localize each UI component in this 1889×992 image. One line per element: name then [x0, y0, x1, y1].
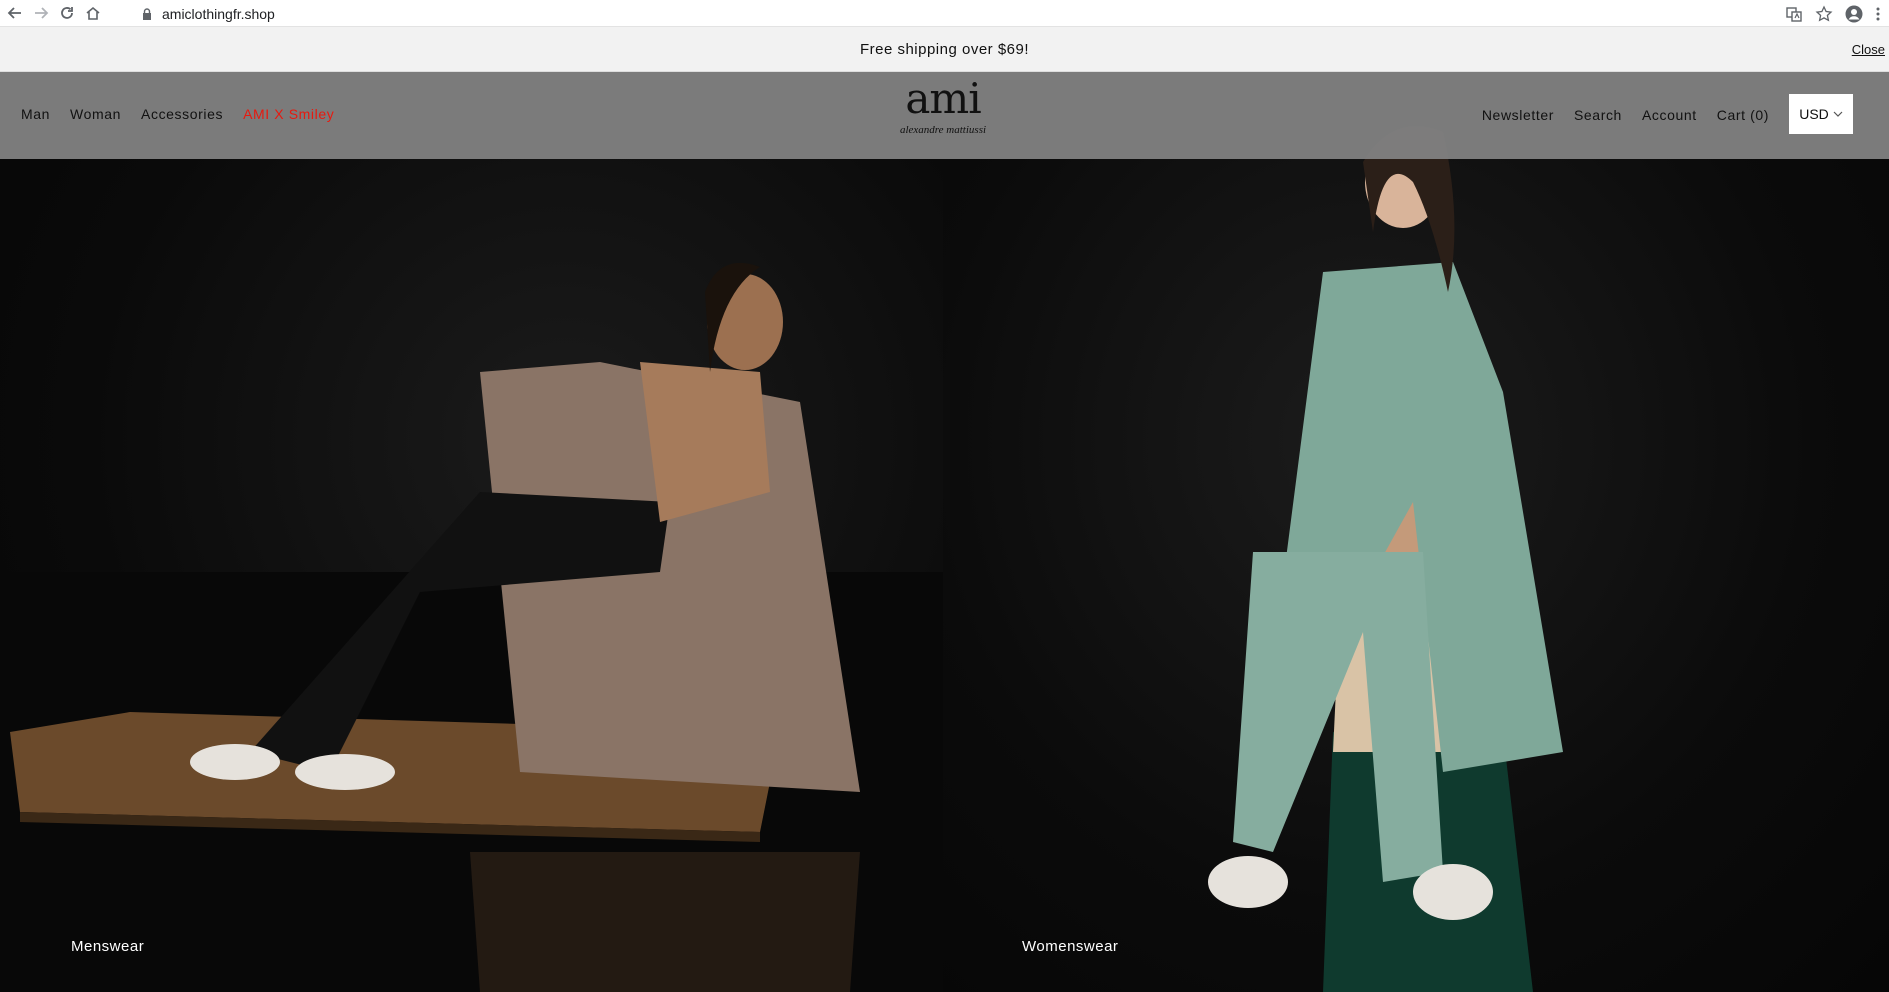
- home-icon[interactable]: [82, 2, 104, 24]
- main-nav: Man Woman Accessories AMI X Smiley: [21, 106, 334, 122]
- brand-logo[interactable]: ami alexandre mattiussi: [893, 74, 993, 137]
- womenswear-hero-image: [1208, 126, 1563, 992]
- womenswear-caption[interactable]: Womenswear: [1022, 938, 1118, 955]
- address-bar[interactable]: amiclothingfr.shop: [130, 1, 1810, 26]
- nav-man[interactable]: Man: [21, 106, 50, 122]
- menswear-hero-image: [0, 262, 943, 992]
- profile-avatar-icon[interactable]: [1845, 5, 1863, 23]
- hero-section: Menswear Womenswear: [0, 72, 1889, 992]
- nav-woman[interactable]: Woman: [70, 106, 121, 122]
- menswear-caption[interactable]: Menswear: [71, 938, 144, 955]
- url-text: amiclothingfr.shop: [162, 5, 275, 22]
- announcement-bar: Free shipping over $69! Close: [0, 27, 1889, 72]
- announcement-text: Free shipping over $69!: [859, 40, 1030, 58]
- browser-toolbar: amiclothingfr.shop: [0, 0, 1889, 27]
- nav-search[interactable]: Search: [1574, 107, 1622, 123]
- womenswear-panel[interactable]: Womenswear: [943, 72, 1889, 992]
- nav-newsletter[interactable]: Newsletter: [1482, 107, 1554, 123]
- menswear-panel[interactable]: Menswear: [0, 72, 943, 992]
- forward-icon[interactable]: [30, 2, 52, 24]
- nav-account[interactable]: Account: [1642, 107, 1697, 123]
- menu-kebab-icon[interactable]: [1875, 5, 1881, 23]
- reload-icon[interactable]: [56, 2, 78, 24]
- announcement-close-link[interactable]: Close: [1852, 42, 1885, 57]
- utility-nav: Newsletter Search Account Cart (0): [1482, 107, 1769, 123]
- logo-wordmark: ami: [905, 74, 981, 123]
- chevron-down-icon: [1833, 111, 1843, 117]
- translate-icon[interactable]: [1785, 5, 1803, 23]
- site-header: Man Woman Accessories AMI X Smiley ami a…: [0, 72, 1889, 159]
- currency-label: USD: [1799, 106, 1829, 122]
- nav-cart[interactable]: Cart (0): [1717, 107, 1769, 123]
- back-icon[interactable]: [4, 2, 26, 24]
- nav-ami-x-smiley[interactable]: AMI X Smiley: [243, 106, 334, 122]
- logo-tagline: alexandre mattiussi: [899, 124, 987, 136]
- nav-accessories[interactable]: Accessories: [141, 106, 223, 122]
- bookmark-star-icon[interactable]: [1815, 4, 1833, 23]
- currency-selector[interactable]: USD: [1789, 94, 1853, 134]
- lock-icon: [143, 7, 151, 20]
